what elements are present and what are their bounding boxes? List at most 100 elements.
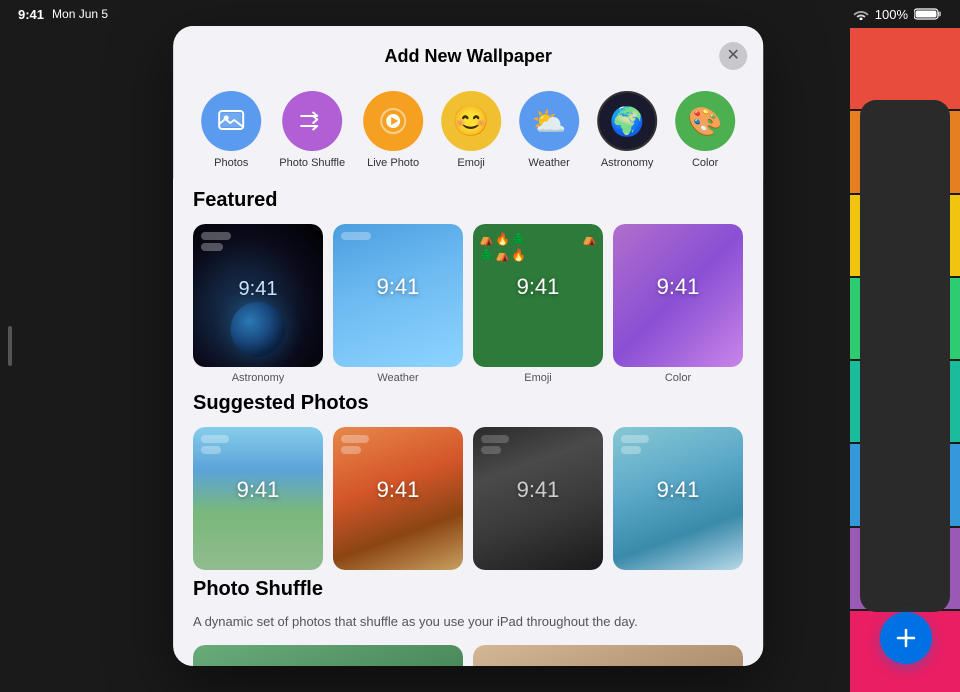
earth-sphere (231, 302, 286, 357)
emoji-icon-circle: 😊 (441, 91, 501, 151)
emoji-tile-2: 🔥 (495, 232, 510, 246)
widget-bar-8 (341, 446, 361, 454)
weather-icon: ⛅ (532, 105, 567, 138)
featured-grid: 9:41 Astronomy 9:41 Weather (193, 224, 743, 384)
battery-percent: 100% (875, 7, 908, 22)
photo1-time: 9:41 (237, 477, 280, 503)
weather-label: Weather (528, 157, 569, 169)
photo2-widgets (341, 435, 369, 454)
status-right: 100% (853, 7, 942, 22)
suggested-photo-2[interactable]: 9:41 (333, 427, 463, 570)
type-weather[interactable]: ⛅ Weather (519, 91, 579, 169)
widget-bar-1 (201, 232, 231, 240)
type-emoji[interactable]: 😊 Emoji (441, 91, 501, 169)
shuffle-icon (297, 106, 327, 136)
featured-color-thumb[interactable]: 9:41 Color (613, 224, 743, 384)
color-label: Color (692, 157, 718, 169)
astronomy-label-below: Astronomy (193, 372, 323, 384)
weather-widgets (341, 232, 371, 240)
featured-emoji-thumb[interactable]: ⛺ 🔥 🌲 ⛺ 🌲 ⛺ 🔥 9:41 Emoji (473, 224, 603, 384)
type-color[interactable]: 🎨 Color (675, 91, 735, 169)
weather-icon-circle: ⛅ (519, 91, 579, 151)
modal-title: Add New Wallpaper (385, 46, 552, 66)
add-wallpaper-modal: Add New Wallpaper ✕ Photos (173, 26, 763, 666)
wallpaper-type-icons-row: Photos Photo Shuffle Live Photo (173, 77, 763, 179)
widget-bar-11 (621, 435, 649, 443)
suggested-photo-3[interactable]: 9:41 (473, 427, 603, 570)
color-time: 9:41 (657, 274, 700, 300)
suggested-photo-4[interactable]: 9:41 (613, 427, 743, 570)
astronomy-icon-circle: 🌍 (597, 91, 657, 151)
color-label-below: Color (613, 372, 743, 384)
type-astronomy[interactable]: 🌍 Astronomy (597, 91, 657, 169)
featured-section-title: Featured (193, 189, 743, 212)
type-photos[interactable]: Photos (201, 91, 261, 169)
strip-red (850, 28, 960, 109)
photo3-widgets (481, 435, 509, 454)
astronomy-icon: 🌍 (610, 105, 645, 138)
type-live-photo[interactable]: Live Photo (363, 91, 423, 169)
shuffle-thumb-1[interactable]: 9:41 (193, 645, 463, 666)
weather-label-below: Weather (333, 372, 463, 384)
emoji-tile-4: ⛺ (582, 232, 597, 246)
live-photo-label: Live Photo (367, 157, 419, 169)
emoji-tile-1: ⛺ (479, 232, 494, 246)
emoji-tile-6: ⛺ (495, 248, 510, 262)
emoji-tile-7: 🔥 (511, 248, 526, 262)
photos-icon-circle (201, 91, 261, 151)
right-panel (860, 100, 950, 612)
status-time: 9:41 (18, 7, 44, 22)
widget-bar-7 (341, 435, 369, 443)
photo-shuffle-description: A dynamic set of photos that shuffle as … (193, 613, 743, 631)
battery-icon (914, 7, 942, 21)
photo-shuffle-section-title: Photo Shuffle (193, 578, 743, 601)
photos-icon (216, 106, 246, 136)
live-photo-icon (378, 106, 408, 136)
close-button[interactable]: ✕ (719, 42, 747, 70)
widget-bar-3 (341, 232, 371, 240)
photo2-time: 9:41 (377, 477, 420, 503)
status-bar: 9:41 Mon Jun 5 100% (0, 0, 960, 28)
photo3-time: 9:41 (517, 477, 560, 503)
suggested-photos-grid: 9:41 9:41 (193, 427, 743, 570)
emoji-tile-5: 🌲 (479, 248, 494, 262)
suggested-photos-section-title: Suggested Photos (193, 392, 743, 415)
modal-header: Add New Wallpaper ✕ (173, 26, 763, 77)
photos-label: Photos (214, 157, 248, 169)
sidebar-handle (8, 326, 12, 366)
live-photo-icon-circle (363, 91, 423, 151)
widget-bar-6 (201, 446, 221, 454)
photo4-time: 9:41 (657, 477, 700, 503)
astronomy-label: Astronomy (601, 157, 654, 169)
modal-content[interactable]: Featured 9:41 Astronomy (173, 179, 763, 666)
widget-bar-2 (201, 243, 223, 251)
photo-shuffle-icon-circle (282, 91, 342, 151)
widget-bar-10 (481, 446, 501, 454)
color-icon-circle: 🎨 (675, 91, 735, 151)
plus-icon (894, 626, 918, 650)
type-photo-shuffle[interactable]: Photo Shuffle (279, 91, 345, 169)
astronomy-widgets (201, 232, 231, 251)
add-wallpaper-button[interactable] (880, 612, 932, 664)
suggested-photo-1[interactable]: 9:41 (193, 427, 323, 570)
weather-time: 9:41 (377, 274, 420, 300)
emoji-icon: 😊 (452, 104, 489, 139)
shuffle-thumb-2[interactable]: 9:41 (473, 645, 743, 666)
wifi-icon (853, 8, 869, 20)
widget-bar-9 (481, 435, 509, 443)
photo1-widgets (201, 435, 229, 454)
photo4-widgets (621, 435, 649, 454)
emoji-label-below: Emoji (473, 372, 603, 384)
emoji-tile-3: 🌲 (511, 232, 526, 246)
widget-bar-12 (621, 446, 641, 454)
featured-weather-thumb[interactable]: 9:41 Weather (333, 224, 463, 384)
status-date: Mon Jun 5 (52, 7, 108, 21)
photo-shuffle-label: Photo Shuffle (279, 157, 345, 169)
astronomy-time: 9:41 (239, 278, 278, 301)
close-icon: ✕ (726, 48, 739, 64)
featured-astronomy-thumb[interactable]: 9:41 Astronomy (193, 224, 323, 384)
emoji-label: Emoji (457, 157, 485, 169)
photo-shuffle-grid: 9:41 9:41 (193, 645, 743, 666)
color-icon: 🎨 (688, 105, 723, 138)
emoji-time: 9:41 (517, 274, 560, 300)
